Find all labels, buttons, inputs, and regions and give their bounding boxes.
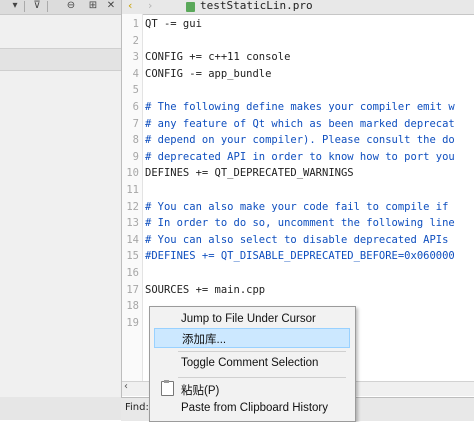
code-comment-line[interactable]: # In order to do so, uncomment the follo… <box>145 217 455 230</box>
code-comment-line[interactable]: # You can also make your code fail to co… <box>145 201 448 214</box>
code-comment-line[interactable]: # any feature of Qt which as been marked… <box>145 118 455 131</box>
line-number: 1 <box>132 18 139 30</box>
forward-arrow-icon[interactable]: › <box>148 0 152 12</box>
toolbar-divider <box>24 1 25 12</box>
line-number: 6 <box>132 101 139 113</box>
context-menu: Jump to File Under Cursor 添加库... Toggle … <box>149 306 356 422</box>
code-comment-line[interactable]: #DEFINES += QT_DISABLE_DEPRECATED_BEFORE… <box>145 250 455 263</box>
line-number-gutter: 1 2 3 4 5 6 7 8 9 10 11 12 13 14 15 16 17 18 19 <box>122 14 143 384</box>
menu-separator <box>178 377 346 378</box>
file-icon <box>186 2 195 12</box>
filter-icon[interactable]: ⊽ <box>30 0 44 12</box>
open-file-name[interactable]: testStaticLin.pro <box>200 0 313 12</box>
line-number: 14 <box>126 233 139 246</box>
scroll-left-icon[interactable]: ‹ <box>124 381 128 392</box>
editor-toolbar: ‹ › testStaticLin.pro <box>122 0 474 15</box>
line-number: 10 <box>126 167 139 180</box>
code-comment-line[interactable]: # deprecated API in order to know how to… <box>145 151 455 164</box>
code-line[interactable]: SOURCES += main.cpp <box>145 284 265 297</box>
line-number: 11 <box>126 184 139 196</box>
add-panel-icon[interactable]: ⊞ <box>86 0 100 12</box>
menu-separator <box>178 351 346 352</box>
line-number: 19 <box>126 316 139 329</box>
left-panel-footer <box>0 397 121 420</box>
menu-item-paste-from-history[interactable]: Paste from Clipboard History <box>154 399 350 419</box>
code-comment-line[interactable]: # depend on your compiler). Please consu… <box>145 134 455 147</box>
back-arrow-icon[interactable]: ‹ <box>128 0 132 12</box>
line-number: 17 <box>126 283 139 296</box>
line-number: 13 <box>126 217 139 230</box>
line-number: 5 <box>132 84 139 97</box>
line-number: 18 <box>126 300 139 313</box>
selected-tree-row[interactable] <box>0 48 121 71</box>
chevron-down-icon[interactable]: ▾ <box>8 0 22 12</box>
line-number: 15 <box>126 250 139 263</box>
line-number: 3 <box>132 51 139 64</box>
line-number: 4 <box>132 67 139 80</box>
toolbar-divider <box>47 1 48 12</box>
code-line[interactable]: QT -= gui <box>145 18 202 31</box>
line-number: 7 <box>132 117 139 130</box>
menu-item-label: Paste from Clipboard History <box>181 402 328 414</box>
menu-item-label: Toggle Comment Selection <box>181 357 319 369</box>
line-number: 16 <box>126 267 139 279</box>
paste-icon <box>161 380 174 396</box>
line-number: 9 <box>132 150 139 163</box>
menu-item-label: 添加库... <box>182 334 227 346</box>
link-icon[interactable]: ⊖ <box>64 0 78 12</box>
left-toolbar: ▾ ⊽ ⊖ ⊞ ✕ <box>0 0 121 15</box>
menu-item-label: Jump to File Under Cursor <box>181 313 316 325</box>
line-number: 12 <box>126 200 139 213</box>
find-label: Find: <box>125 402 149 413</box>
line-number: 2 <box>132 34 139 47</box>
line-number: 8 <box>132 134 139 147</box>
code-comment-line[interactable]: # The following define makes your compil… <box>145 101 455 114</box>
code-line[interactable]: CONFIG += c++11 console <box>145 51 290 64</box>
menu-item-jump-to-file[interactable]: Jump to File Under Cursor <box>154 310 350 330</box>
code-line[interactable]: CONFIG -= app_bundle <box>145 68 271 81</box>
left-panel: ▾ ⊽ ⊖ ⊞ ✕ <box>0 0 121 420</box>
code-line[interactable]: DEFINES += QT_DEPRECATED_WARNINGS <box>145 167 354 180</box>
menu-item-toggle-comment[interactable]: Toggle Comment Selection <box>154 354 350 374</box>
menu-item-label: 粘贴(P) <box>181 385 220 397</box>
close-icon[interactable]: ✕ <box>104 0 118 12</box>
menu-item-add-library[interactable]: 添加库... <box>154 328 350 348</box>
menu-item-paste[interactable]: 粘贴(P) <box>154 379 350 399</box>
code-comment-line[interactable]: # You can also select to disable depreca… <box>145 234 448 247</box>
